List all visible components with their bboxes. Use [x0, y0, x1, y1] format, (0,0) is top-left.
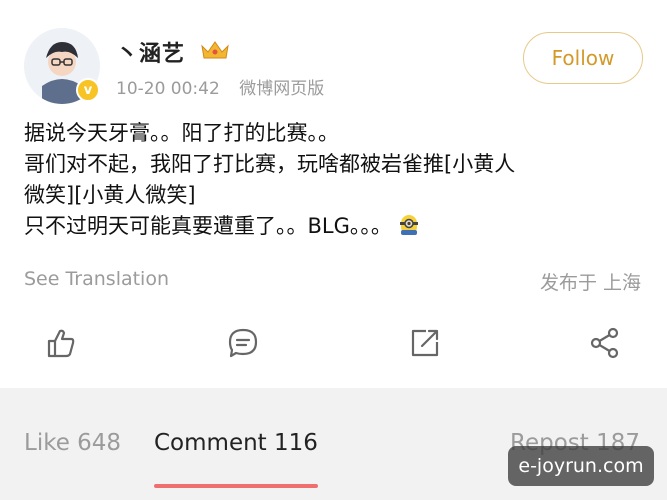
see-translation-link[interactable]: See Translation [24, 268, 169, 290]
post-source: 微博网页版 [239, 79, 325, 99]
post-text-line: 据说今天牙膏。。阳了打的比赛。。 [24, 121, 339, 145]
repost-icon[interactable] [408, 326, 442, 360]
post-text-line: 只不过明天可能真要遭重了。。BLG。。。 [24, 211, 654, 242]
post-body: 据说今天牙膏。。阳了打的比赛。。 哥们对不起，我阳了打比赛，玩啥都被岩雀推[小黄… [24, 118, 654, 242]
comment-icon[interactable] [226, 326, 260, 360]
active-tab-indicator [154, 484, 318, 488]
post-meta: 10-20 00:42 微博网页版 [116, 74, 324, 99]
like-icon[interactable] [44, 326, 78, 360]
crown-icon [201, 41, 229, 59]
username[interactable]: 丶涵艺 [116, 36, 185, 68]
post-text-line-content: 只不过明天可能真要遭重了。。BLG。。。 [24, 214, 392, 238]
minion-emoji-icon [399, 215, 418, 235]
verified-badge-icon: v [76, 78, 100, 102]
post-timestamp: 10-20 00:42 [116, 79, 220, 99]
watermark: e-joyrun.com [508, 446, 654, 486]
post-location: 发布于 上海 [539, 272, 641, 294]
post-text-line: 哥们对不起，我阳了打比赛，玩啥都被岩雀推[小黄人 [24, 152, 516, 176]
post-text-line: 微笑][小黄人微笑] [24, 183, 196, 207]
follow-button[interactable]: Follow [523, 32, 643, 84]
share-icon[interactable] [588, 326, 622, 360]
action-bar [0, 320, 667, 368]
tab-comment[interactable]: Comment 116 [154, 430, 318, 456]
tab-like[interactable]: Like 648 [24, 430, 121, 456]
post-card: v 丶涵艺 10-20 00:42 微博网页版 Follow 据说今天牙膏。。阳… [0, 0, 667, 388]
